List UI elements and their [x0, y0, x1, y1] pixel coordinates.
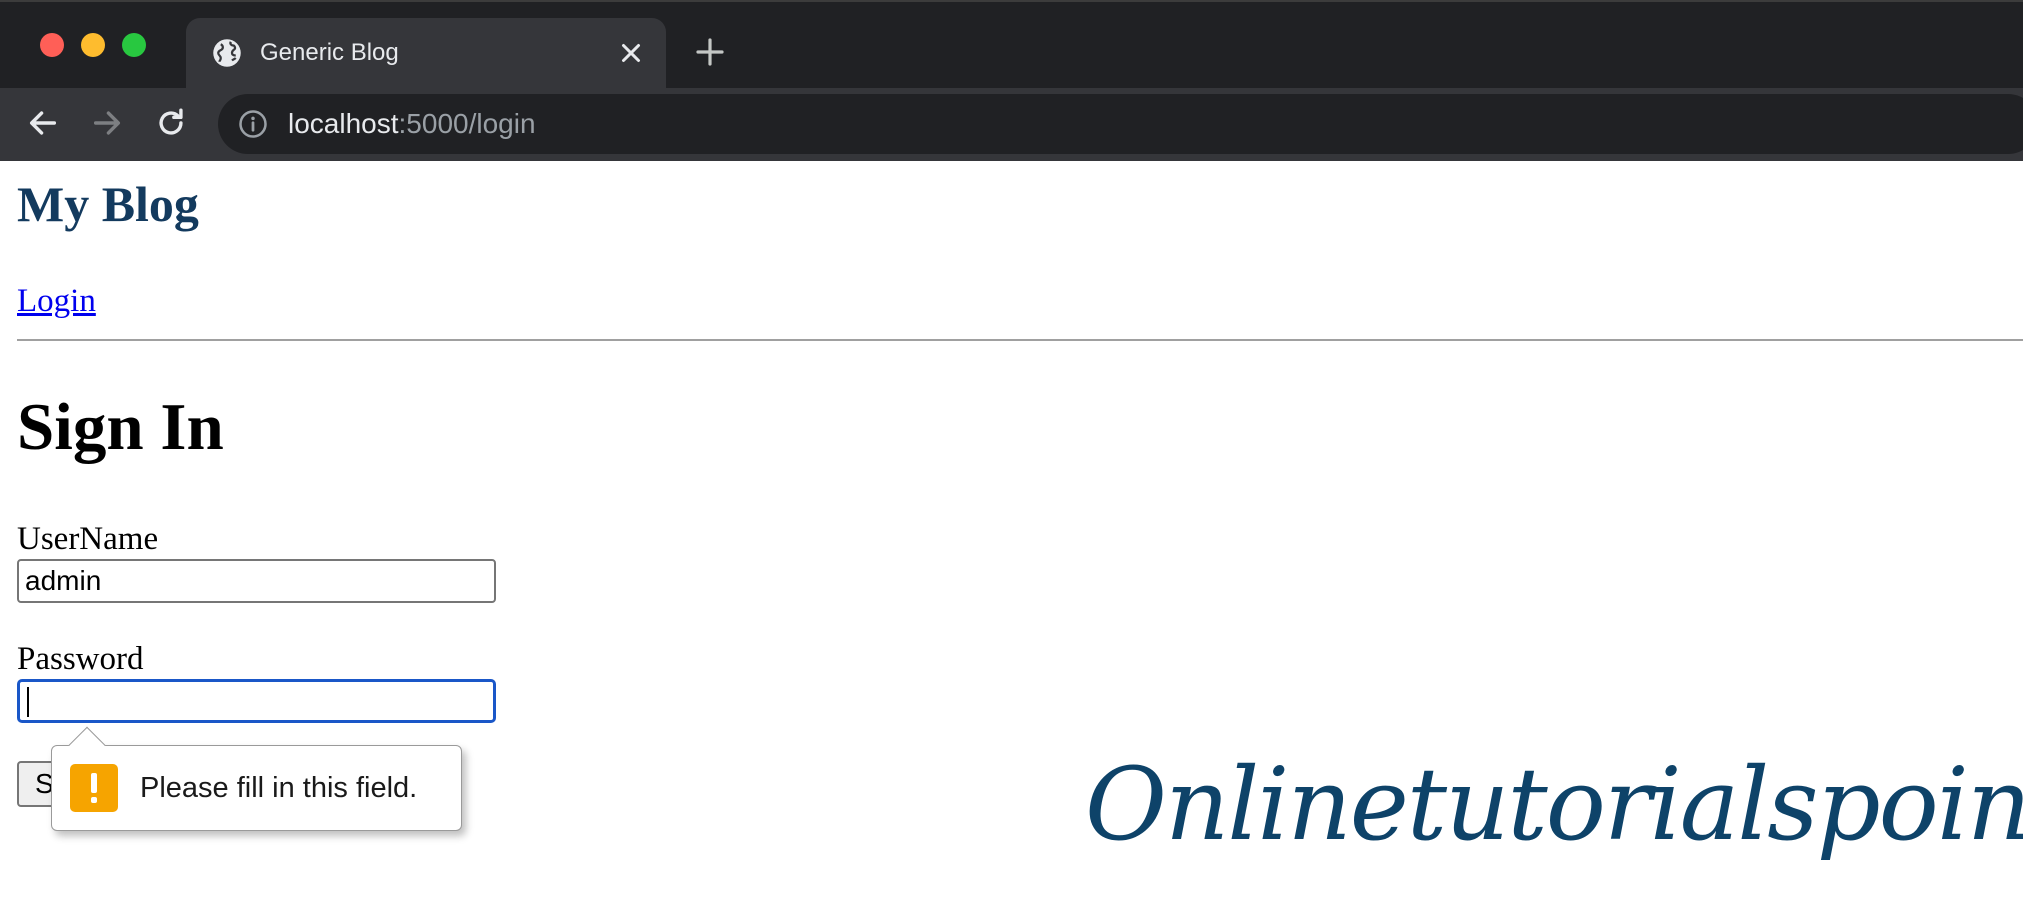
- browser-tab[interactable]: Generic Blog: [186, 18, 666, 88]
- info-icon[interactable]: [238, 109, 268, 139]
- validation-tooltip: Please fill in this field.: [51, 726, 462, 831]
- text-caret: [27, 687, 29, 717]
- divider: [17, 339, 2023, 341]
- close-window-button[interactable]: [40, 33, 64, 57]
- plus-icon[interactable]: [694, 36, 726, 68]
- address-bar[interactable]: localhost:5000/login: [218, 94, 2023, 154]
- url-host: localhost: [288, 108, 399, 139]
- watermark-logo: Onlinetutorialspoint: [1085, 745, 2023, 863]
- username-input[interactable]: [17, 559, 496, 603]
- tab-title: Generic Blog: [260, 39, 399, 66]
- arrow-left-icon[interactable]: [26, 106, 60, 140]
- window-controls: [40, 33, 146, 57]
- warning-icon: [70, 764, 118, 812]
- browser-toolbar: localhost:5000/login: [0, 88, 2023, 161]
- minimize-window-button[interactable]: [81, 33, 105, 57]
- arrow-right-icon[interactable]: [90, 106, 124, 140]
- tooltip-arrow: [68, 726, 106, 764]
- url-path: :5000/login: [398, 108, 536, 139]
- page-content: My Blog Login Sign In UserName Password …: [0, 159, 2023, 897]
- page-title: Sign In: [17, 390, 224, 464]
- login-link[interactable]: Login: [17, 285, 96, 318]
- password-input[interactable]: [17, 679, 496, 723]
- reload-icon[interactable]: [154, 106, 188, 140]
- site-title: My Blog: [17, 176, 199, 232]
- username-label: UserName: [17, 521, 159, 557]
- maximize-window-button[interactable]: [122, 33, 146, 57]
- browser-chrome: Generic Blog localhost:5000/login: [0, 0, 2023, 161]
- close-icon[interactable]: [616, 38, 646, 68]
- password-label: Password: [17, 641, 144, 677]
- validation-message: Please fill in this field.: [140, 771, 418, 804]
- globe-icon: [213, 39, 241, 67]
